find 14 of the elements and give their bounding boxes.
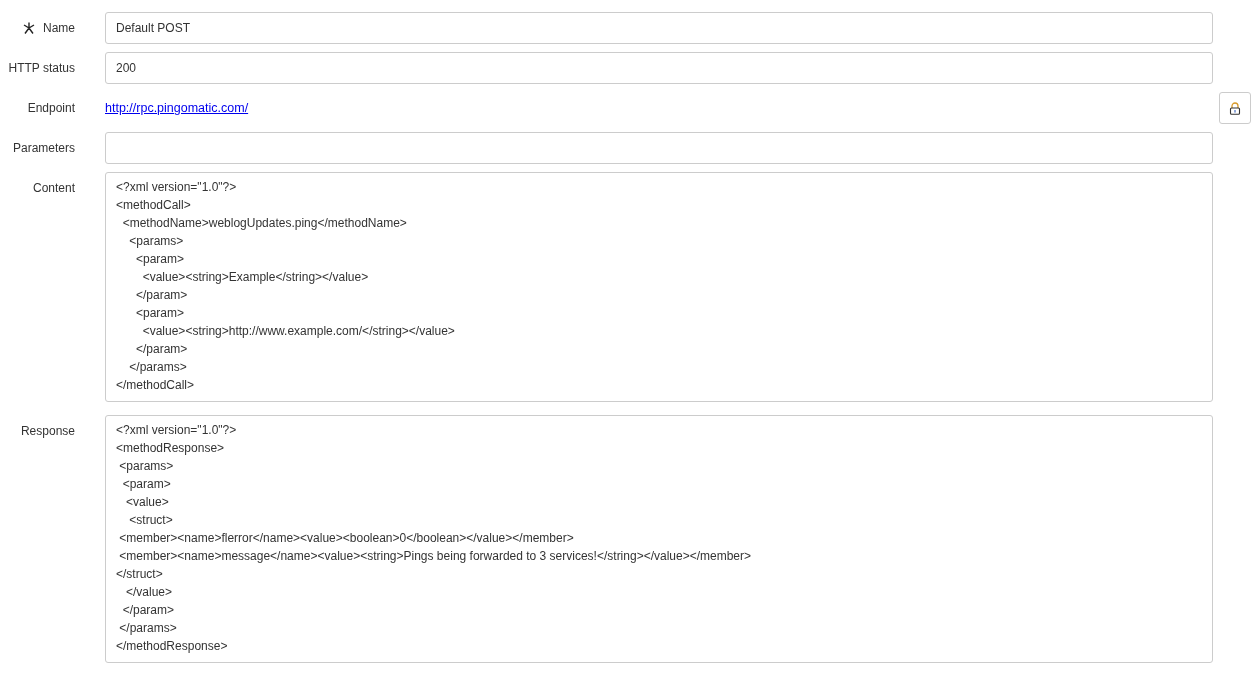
input-field[interactable]: 200 (105, 52, 1213, 84)
field-label: Endpoint (27, 100, 75, 117)
field-label: HTTP status (8, 60, 75, 77)
input-field[interactable]: Default POST (105, 12, 1213, 44)
lock-icon (1229, 101, 1241, 115)
field-label: Response (20, 423, 75, 440)
input-field[interactable] (105, 132, 1213, 164)
text-area[interactable]: <?xml version="1.0"?> <methodResponse> <params> <param> <value> <struct> <member><name>flerror</name><value><boolean>0</boolean></value></member> <member><name>message</name><value><string>Pings being forwarded to 3 services!</string></value></member> </struct> </value> </param> </params> </methodResponse> (105, 415, 1213, 663)
lock-button[interactable] (1219, 92, 1251, 124)
text-area[interactable]: <?xml version="1.0"?> <methodCall> <methodName>weblogUpdates.ping</methodName> <params> <param> <value><string>Example</string></value> </param> <param> <value><string>http://www.example.com/</string></value> </param> </params> </methodCall> (105, 172, 1213, 402)
field-label: Parameters (12, 140, 75, 157)
field-label: Content (32, 180, 75, 197)
endpoint-link[interactable]: http://rpc.pingomatic.com/ (105, 101, 249, 115)
field-label: Name (43, 20, 75, 37)
